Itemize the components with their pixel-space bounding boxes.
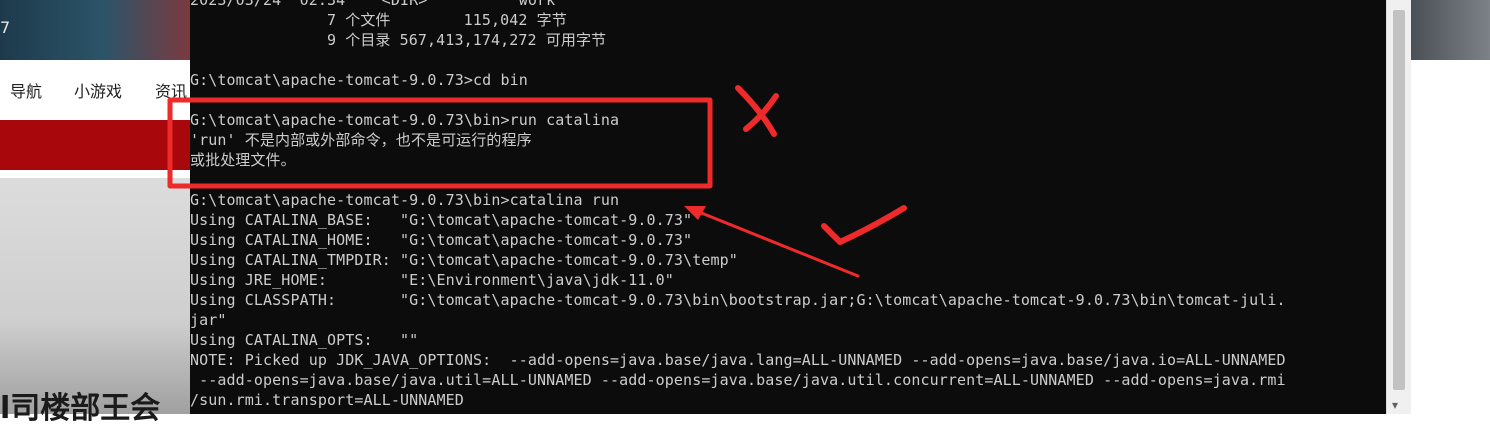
- highlight-box: [167, 97, 713, 189]
- arrow-icon: [692, 208, 860, 278]
- cross-mark-icon: [735, 85, 779, 137]
- annotation-overlay: [167, 85, 907, 278]
- check-mark-icon: [821, 205, 907, 245]
